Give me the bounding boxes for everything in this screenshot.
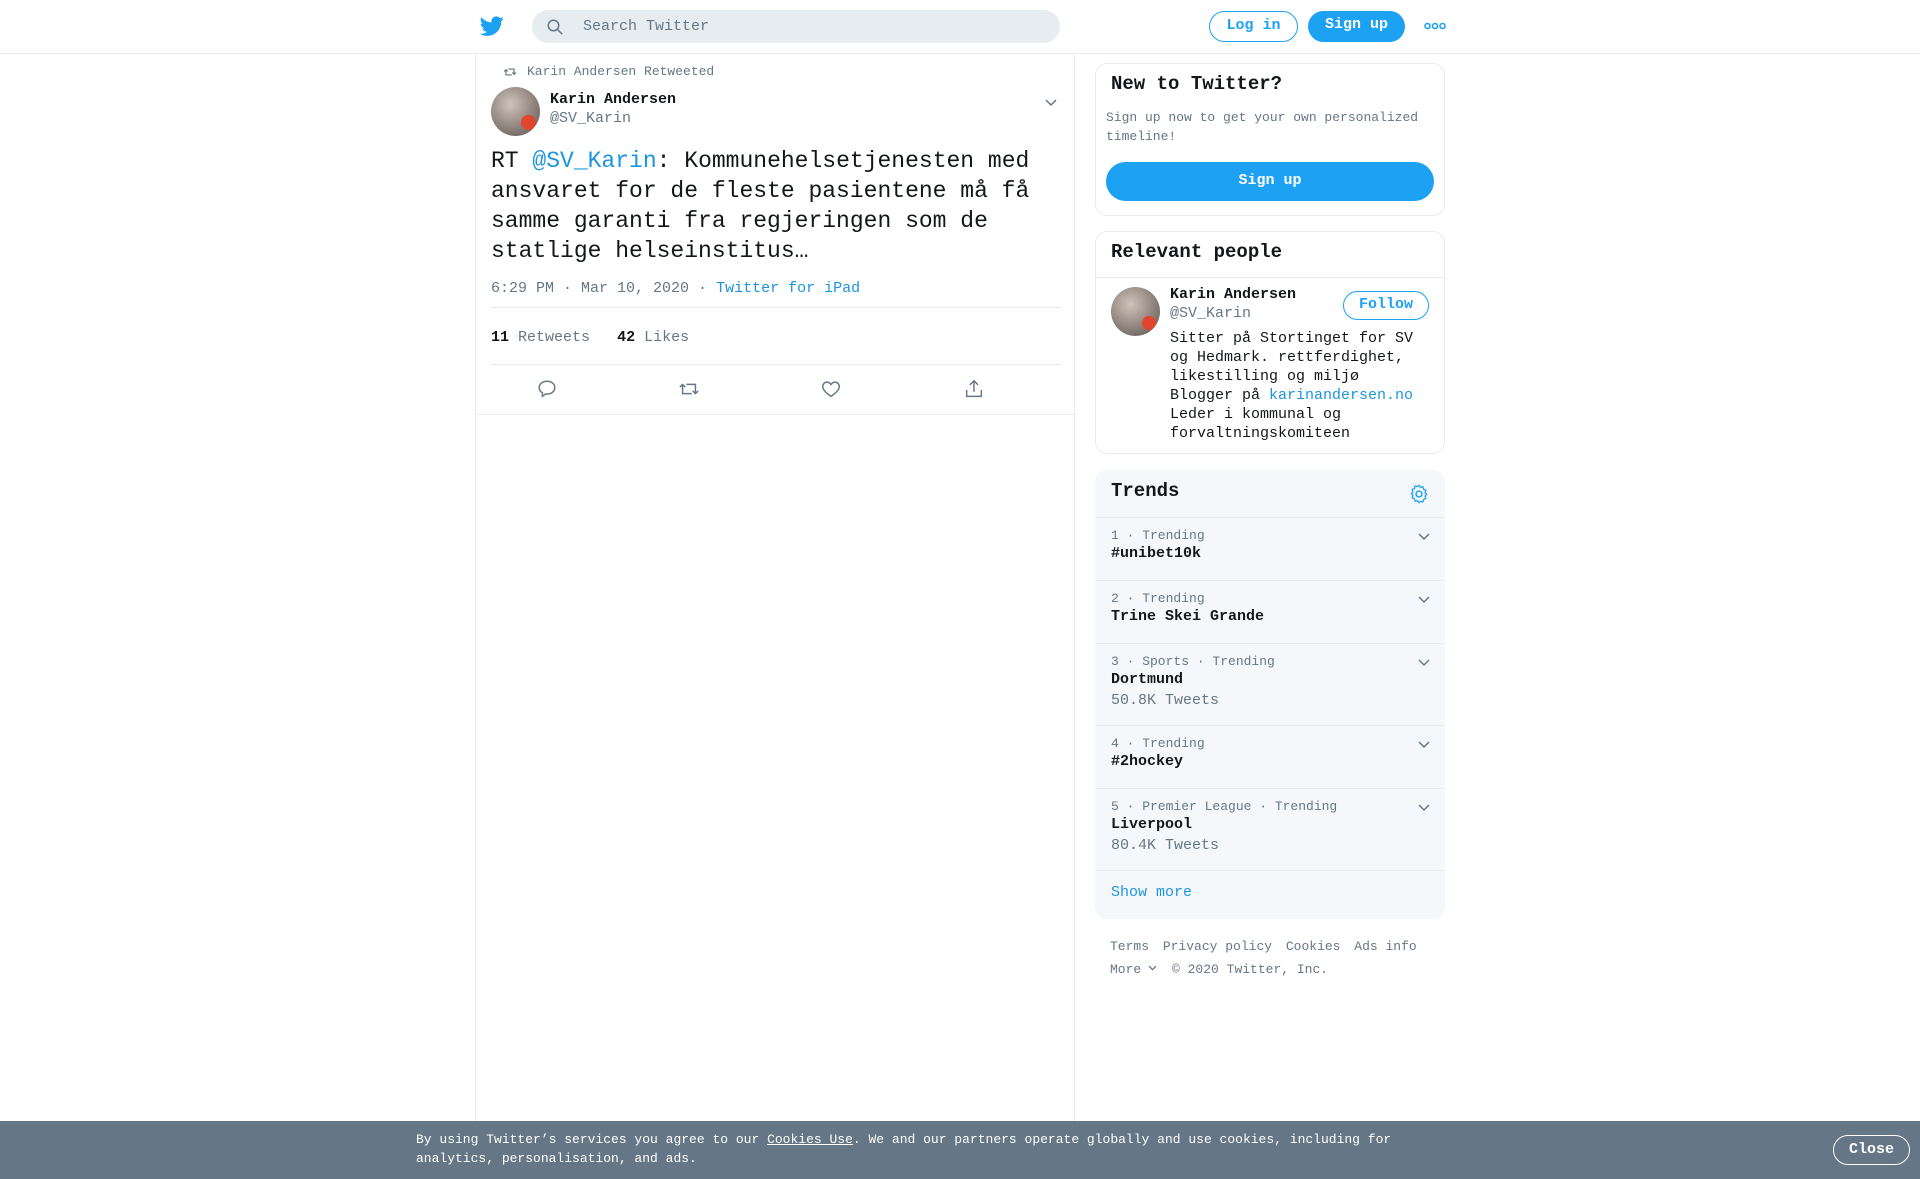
login-button[interactable]: Log in [1209, 11, 1298, 42]
retweet-small-icon [503, 68, 517, 76]
person-handle[interactable]: @SV_Karin [1170, 305, 1251, 322]
signup-button[interactable]: Sign up [1308, 11, 1405, 42]
retweeted-by-text: Karin Andersen Retweeted [527, 64, 715, 79]
trend-meta: 1 · Trending [1111, 528, 1205, 543]
cookies-use-link[interactable]: Cookies Use [767, 1132, 853, 1147]
like-count[interactable]: 42 [617, 329, 635, 346]
meta-separator: · [689, 280, 717, 297]
divider [491, 307, 1061, 308]
trend-item[interactable]: 3 · Sports · Trending Dortmund 50.8K Twe… [1096, 644, 1444, 726]
trend-meta: 5 · Premier League · Trending [1111, 799, 1338, 814]
more-dots-icon[interactable] [1424, 20, 1446, 32]
trend-name[interactable]: Dortmund [1111, 671, 1183, 688]
trend-item[interactable]: 1 · Trending #unibet10k [1096, 518, 1444, 581]
retweet-label[interactable]: Retweets [518, 329, 590, 346]
mention-link[interactable]: @SV_Karin [532, 148, 656, 174]
trend-name[interactable]: Trine Skei Grande [1111, 608, 1264, 625]
trend-name[interactable]: #2hockey [1111, 753, 1183, 770]
trend-item[interactable]: 2 · Trending Trine Skei Grande [1096, 581, 1444, 644]
trend-meta: 3 · Sports · Trending [1111, 654, 1275, 669]
footer-terms-link[interactable]: Terms [1110, 939, 1149, 954]
like-label[interactable]: Likes [644, 329, 689, 346]
chevron-down-icon[interactable] [1416, 799, 1432, 815]
top-navigation-bar: Search Twitter Log in Sign up [0, 0, 1920, 54]
tweet-text: RT @SV_Karin: Kommunehelsetjenesten med … [491, 146, 1051, 266]
tweet-stats: 11 Retweets 42 Likes [491, 329, 689, 346]
relevant-people-title: Relevant people [1111, 241, 1283, 263]
bio-line: Blogger på karinandersen.no [1170, 386, 1435, 405]
footer-privacy-link[interactable]: Privacy policy [1163, 939, 1272, 954]
chevron-down-icon[interactable] [1043, 94, 1059, 110]
trend-name[interactable]: #unibet10k [1111, 545, 1201, 562]
share-icon[interactable] [963, 378, 985, 400]
search-icon [547, 19, 563, 35]
footer-cookies-link[interactable]: Cookies [1286, 939, 1341, 954]
chevron-down-icon[interactable] [1416, 591, 1432, 607]
footer-ads-link[interactable]: Ads info [1354, 939, 1416, 954]
trend-tweet-count: 80.4K Tweets [1111, 837, 1220, 854]
show-more-trends-link[interactable]: Show more [1111, 884, 1192, 901]
cookie-consent-text: By using Twitter’s services you agree to… [416, 1130, 1416, 1168]
tweet-timestamp[interactable]: 6:29 PM · Mar 10, 2020 [491, 280, 689, 297]
author-name[interactable]: Karin Andersen [550, 91, 676, 108]
person-bio: Sitter på Stortinget for SV og Hedmark. … [1170, 329, 1435, 443]
trends-card: Trends 1 · Trending #unibet10k 2 · Trend… [1095, 470, 1445, 919]
settings-gear-icon[interactable] [1408, 483, 1430, 505]
person-name[interactable]: Karin Andersen [1170, 286, 1296, 303]
search-box[interactable]: Search Twitter [532, 10, 1060, 43]
bio-prefix: Blogger på [1170, 387, 1270, 404]
chevron-down-icon [1148, 965, 1157, 971]
new-to-twitter-title: New to Twitter? [1111, 73, 1283, 95]
footer-links: Terms Privacy policy Cookies Ads info Mo… [1110, 935, 1440, 981]
cookie-text-before: By using Twitter’s services you agree to… [416, 1132, 768, 1147]
chevron-down-icon[interactable] [1416, 654, 1432, 670]
tweet-meta: 6:29 PM · Mar 10, 2020 · Twitter for iPa… [491, 280, 860, 297]
relevant-people-card: Relevant people Karin Andersen @SV_Karin… [1095, 231, 1445, 454]
person-avatar[interactable] [1111, 287, 1160, 336]
divider [476, 414, 1076, 415]
tweet-column: Karin Andersen Retweeted Karin Andersen … [475, 54, 1076, 1125]
retweet-count[interactable]: 11 [491, 329, 509, 346]
tweet-text-prefix: RT [491, 148, 533, 174]
divider [1096, 277, 1444, 278]
bio-line: Leder i kommunal og forvaltningskomiteen [1170, 406, 1351, 442]
bio-website-link[interactable]: karinandersen.no [1269, 387, 1413, 404]
footer-more-link[interactable]: More [1110, 962, 1158, 977]
author-avatar[interactable] [491, 87, 540, 136]
chevron-down-icon[interactable] [1416, 528, 1432, 544]
trends-title: Trends [1111, 480, 1180, 502]
trend-meta: 2 · Trending [1111, 591, 1205, 606]
retweeted-by-line: Karin Andersen Retweeted [503, 64, 715, 79]
tweet-actions [476, 378, 1076, 408]
cookie-close-button[interactable]: Close [1833, 1135, 1910, 1165]
trend-item[interactable]: 5 · Premier League · Trending Liverpool … [1096, 789, 1444, 871]
trend-tweet-count: 50.8K Tweets [1111, 692, 1220, 709]
new-to-twitter-subtitle: Sign up now to get your own personalized… [1106, 110, 1419, 144]
author-handle[interactable]: @SV_Karin [550, 110, 631, 127]
trend-meta: 4 · Trending [1111, 736, 1205, 751]
sidebar-signup-button[interactable]: Sign up [1106, 162, 1434, 201]
twitter-bird-icon[interactable] [478, 14, 506, 38]
chevron-down-icon[interactable] [1416, 736, 1432, 752]
footer-more-label: More [1110, 962, 1142, 977]
retweet-icon[interactable] [678, 378, 700, 400]
tweet-source-link[interactable]: Twitter for iPad [716, 280, 860, 297]
new-to-twitter-card: New to Twitter? Sign up now to get your … [1095, 63, 1445, 216]
reply-icon[interactable] [536, 378, 558, 400]
trend-name[interactable]: Liverpool [1111, 816, 1192, 833]
cookie-consent-bar: By using Twitter’s services you agree to… [0, 1121, 1920, 1179]
trend-item[interactable]: 4 · Trending #2hockey [1096, 726, 1444, 789]
search-input[interactable]: Search Twitter [583, 18, 709, 35]
follow-button[interactable]: Follow [1343, 291, 1429, 320]
bio-line: Sitter på Stortinget for SV og Hedmark. … [1170, 330, 1414, 385]
divider [491, 364, 1061, 365]
footer-copyright: © 2020 Twitter, Inc. [1172, 962, 1329, 977]
like-heart-icon[interactable] [820, 378, 842, 400]
